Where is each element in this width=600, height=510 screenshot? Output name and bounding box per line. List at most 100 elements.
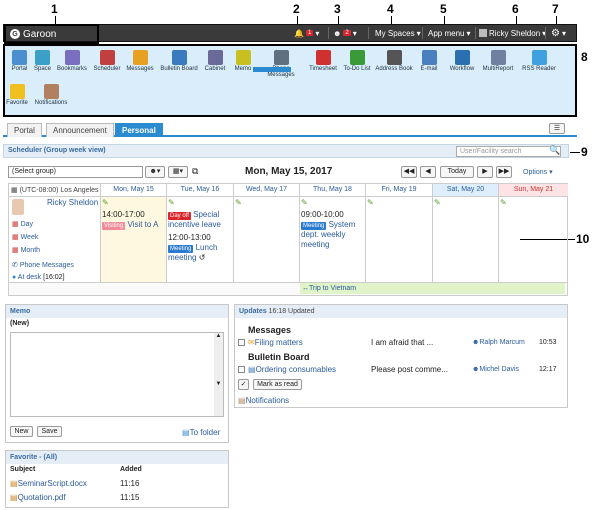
tab-options-icon[interactable]: ☰	[549, 123, 565, 134]
collapse-apps-icon[interactable]: ˆ	[253, 67, 291, 72]
next-week-button[interactable]: ▶▶	[496, 166, 512, 178]
update-row-title[interactable]: ✉Filing matters	[248, 338, 303, 347]
today-button[interactable]: Today	[440, 166, 474, 178]
app-bookmarks[interactable]: Bookmarks	[55, 50, 89, 72]
row-checkbox[interactable]	[238, 366, 245, 373]
event-mon[interactable]: 14:00-17:00 Visiting Visit to A	[102, 210, 164, 230]
day-cell-mon[interactable]	[100, 196, 166, 282]
app-name: Garoon	[23, 28, 57, 40]
app-workflow[interactable]: Workflow	[447, 50, 477, 72]
app-bulletin-board[interactable]: Bulletin Board	[159, 50, 199, 72]
rss-reader-icon	[531, 50, 547, 65]
presence-menu[interactable]: ☻ 2 ▾	[333, 25, 357, 41]
add-event-icon[interactable]: ✎	[102, 198, 109, 208]
notifications-menu[interactable]: 🔔 1 ▾	[294, 25, 319, 41]
app-label: Bulletin Board	[160, 66, 198, 72]
callout-4: 4	[387, 2, 394, 16]
callout-9: 9	[581, 145, 588, 159]
mark-as-read-button[interactable]: Mark as read	[253, 379, 302, 390]
schedule-user-name[interactable]: Ricky Sheldon	[47, 198, 98, 208]
app-messages[interactable]: Messages	[124, 50, 156, 72]
phone-messages-link[interactable]: ✆ Phone Messages	[12, 261, 74, 271]
user-picker-icon[interactable]: ☻▾	[145, 166, 165, 178]
prev-day-button[interactable]: ◀	[420, 166, 436, 178]
notifications-link[interactable]: ▤Notifications	[238, 396, 289, 405]
update-user[interactable]: ☻Michel Davis	[472, 366, 519, 373]
day-cell-sat[interactable]	[432, 196, 498, 282]
memo-save-button[interactable]: Save	[37, 426, 62, 437]
event-tue-lunch[interactable]: 12:00-13:00 Meeting Lunch meeting ↺	[168, 233, 231, 263]
day-cell-wed[interactable]	[233, 196, 299, 282]
messages-icon	[132, 50, 148, 65]
next-day-button[interactable]: ▶	[477, 166, 493, 178]
trip-banner[interactable]: ↔Trip to Vietnam	[300, 283, 565, 294]
app-rss-reader[interactable]: RSS Reader	[519, 50, 559, 72]
app-multireport[interactable]: MultiReport	[479, 50, 517, 72]
chevron-down-icon: ▾	[352, 28, 357, 38]
memo-scrollbar[interactable]: ▲ ▼	[214, 333, 223, 416]
settings-menu[interactable]: ⚙ ▾	[551, 25, 566, 41]
app-e-mail[interactable]: E-mail	[414, 50, 444, 72]
trip-label: Trip to Vietnam	[309, 285, 357, 292]
group-select[interactable]: (Select group)	[8, 166, 143, 178]
facility-picker-icon[interactable]: ▦▾	[168, 166, 188, 178]
memo-textarea[interactable]: ▲ ▼	[10, 332, 224, 417]
app-favorite[interactable]: Favorite	[5, 84, 29, 106]
add-event-icon[interactable]: ✎	[235, 198, 242, 208]
app-label: Bookmarks	[56, 66, 87, 72]
app-scheduler[interactable]: Scheduler	[92, 50, 122, 72]
month-view-link[interactable]: ▦ Month	[12, 246, 40, 256]
check-icon[interactable]: ✓	[238, 379, 249, 390]
user-menu[interactable]: Ricky Sheldon ▾	[479, 25, 546, 41]
user-facility-search[interactable]: User/Facility search	[456, 146, 561, 157]
garoon-logo[interactable]: G Garoon	[4, 24, 99, 44]
popup-icon[interactable]: ⧉	[192, 166, 198, 177]
day-cell-fri[interactable]	[365, 196, 432, 282]
day-header-thu: Thu, May 18	[299, 184, 365, 196]
app-phone-messages[interactable]: Phone Messages	[258, 50, 304, 78]
week-grid: ▦ (UTC-08:00) Los Angeles Mon, May 15 Tu…	[8, 183, 568, 296]
add-event-icon[interactable]: ✎	[168, 198, 175, 208]
to-folder-link[interactable]: ▤To folder	[182, 428, 220, 437]
day-view-link[interactable]: ▦ Day	[12, 220, 33, 230]
app-memo[interactable]: Memo	[231, 50, 255, 72]
memo-new-button[interactable]: New	[10, 426, 33, 437]
event-tag: Day off	[168, 212, 191, 220]
phone-messages-icon	[273, 50, 289, 65]
favorite-row[interactable]: ▤Quotation.pdf	[10, 493, 66, 502]
favorite-row[interactable]: ▤SeminarScript.docx	[10, 479, 87, 488]
add-event-icon[interactable]: ✎	[301, 198, 308, 208]
presence-icon: ●	[12, 274, 17, 281]
update-row-title[interactable]: ▤Ordering consumables	[248, 365, 336, 374]
app-portal[interactable]: Portal	[7, 50, 32, 72]
cabinet-icon	[207, 50, 223, 65]
app-notifications[interactable]: Notifications	[31, 84, 71, 106]
add-event-icon[interactable]: ✎	[500, 198, 507, 208]
event-tue[interactable]: Day off Special incentive leave	[168, 210, 231, 230]
memo-subtitle: (New)	[10, 320, 30, 327]
app-space[interactable]: Space	[30, 50, 55, 72]
app-address-book[interactable]: Address Book	[374, 50, 414, 72]
row-checkbox[interactable]	[238, 339, 245, 346]
add-event-icon[interactable]: ✎	[434, 198, 441, 208]
update-user[interactable]: ☻Ralph Marcum	[472, 339, 525, 346]
search-icon[interactable]: 🔍	[549, 145, 560, 156]
event-thu[interactable]: 09:00-10:00 Meeting System dept. weekly …	[301, 210, 363, 250]
prev-week-button[interactable]: ◀◀	[401, 166, 417, 178]
options-menu[interactable]: Options ▾	[523, 168, 553, 176]
my-spaces-menu[interactable]: My Spaces ▾	[375, 25, 421, 41]
favorite-added: 11:15	[120, 493, 140, 502]
app-menu[interactable]: App menu ▾	[428, 25, 470, 41]
add-event-icon[interactable]: ✎	[367, 198, 374, 208]
app-to-do-list[interactable]: To-Do List	[341, 50, 373, 72]
tab-personal[interactable]: Personal	[115, 123, 163, 137]
day-cell-sun[interactable]	[498, 196, 568, 282]
week-view-link[interactable]: ▦ Week	[12, 233, 38, 243]
gear-icon: ⚙	[551, 27, 560, 39]
day-header-wed: Wed, May 17	[233, 184, 299, 196]
tab-portal[interactable]: Portal	[7, 123, 42, 137]
app-cabinet[interactable]: Cabinet	[201, 50, 229, 72]
app-timesheet[interactable]: Timesheet	[307, 50, 339, 72]
options-label: Options	[523, 169, 548, 176]
tab-announcement[interactable]: Announcement	[46, 123, 114, 137]
